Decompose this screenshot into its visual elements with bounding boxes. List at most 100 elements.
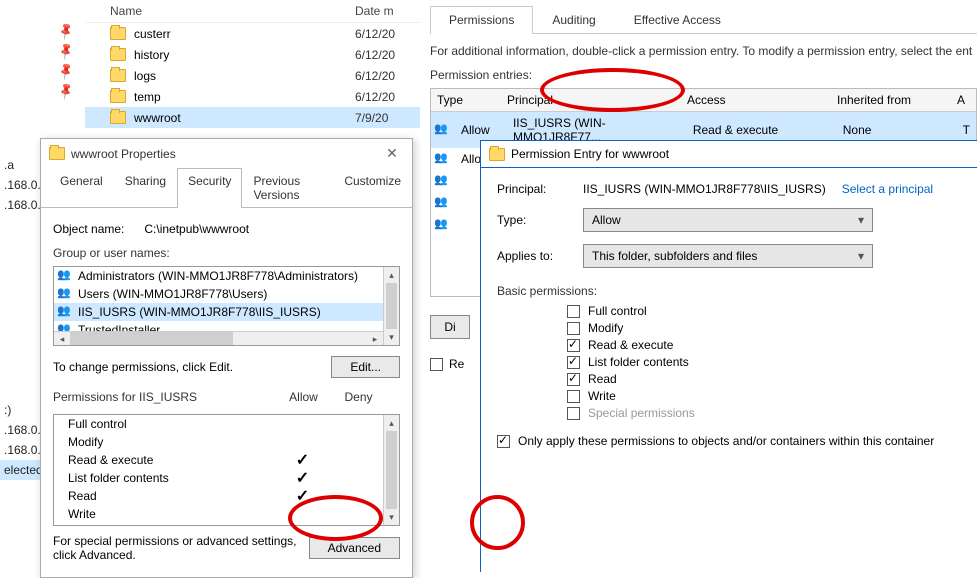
explorer-columns[interactable]: Name Date m (85, 0, 435, 23)
scroll-up-icon[interactable]: ▴ (384, 415, 399, 431)
scroll-down-icon[interactable]: ▾ (384, 509, 399, 525)
cell-inherited: None (837, 119, 957, 141)
basic-permission-item[interactable]: Modify (567, 321, 961, 335)
scroll-thumb[interactable] (386, 283, 397, 329)
basic-permission-item[interactable]: List folder contents (567, 355, 961, 369)
explorer-file-list: Name Date m custerr 6/12/20 history 6/12… (85, 0, 435, 140)
col-principal[interactable]: Principal (501, 89, 681, 111)
basic-permission-label: Modify (588, 321, 623, 335)
checkbox[interactable] (567, 373, 580, 386)
scroll-thumb[interactable] (70, 332, 233, 345)
tab-previous-versions[interactable]: Previous Versions (242, 168, 333, 207)
scrollbar-vertical[interactable]: ▴ ▾ (383, 267, 399, 345)
tab-customize[interactable]: Customize (333, 168, 412, 207)
scrollbar-vertical[interactable]: ▴ ▾ (383, 415, 399, 525)
scroll-thumb[interactable] (386, 431, 397, 509)
permission-row[interactable]: List folder contents✓ (54, 469, 399, 487)
folder-row[interactable]: custerr 6/12/20 (85, 23, 435, 44)
folder-icon (110, 27, 126, 40)
cell (455, 214, 470, 236)
basic-permission-item[interactable]: Full control (567, 304, 961, 318)
cell-access: Read & execute (687, 119, 837, 141)
folder-date: 6/12/20 (355, 27, 425, 41)
scrollbar-horizontal[interactable]: ◂ ▸ (54, 331, 383, 345)
tab-general[interactable]: General (49, 168, 114, 207)
advsec-info: For additional information, double-click… (430, 44, 977, 58)
properties-tabs: General Sharing Security Previous Versio… (41, 168, 412, 208)
tree-item[interactable]: .168.0. (0, 175, 45, 195)
permission-row[interactable]: Write (54, 505, 399, 523)
col-inherited[interactable]: Inherited from (831, 89, 951, 111)
folder-icon (49, 147, 65, 160)
column-date[interactable]: Date m (355, 4, 425, 18)
permissions-table[interactable]: Full controlModifyRead & execute✓List fo… (53, 414, 400, 526)
list-item-selected[interactable]: IIS_IUSRS (WIN-MMO1JR8F778\IIS_IUSRS) (54, 303, 399, 321)
left-tree-cropped: .a .168.0. .168.0. (0, 155, 45, 215)
scroll-left-icon[interactable]: ◂ (54, 332, 70, 345)
folder-row[interactable]: temp 6/12/20 (85, 86, 435, 107)
disable-inheritance-button[interactable]: Di (430, 315, 470, 339)
advanced-note: For special permissions or advanced sett… (53, 534, 299, 562)
permission-row[interactable]: Modify (54, 433, 399, 451)
scroll-down-icon[interactable]: ▾ (384, 329, 399, 345)
scroll-right-icon[interactable]: ▸ (367, 332, 383, 345)
advanced-button[interactable]: Advanced (309, 537, 400, 559)
folder-date: 6/12/20 (355, 69, 425, 83)
replace-child-checkbox[interactable] (430, 358, 443, 371)
group-icon (435, 219, 449, 231)
users-listbox[interactable]: Administrators (WIN-MMO1JR8F778\Administ… (53, 266, 400, 346)
permission-entry-titlebar[interactable]: Permission Entry for wwwroot (481, 141, 977, 168)
column-name[interactable]: Name (110, 4, 355, 18)
permission-row[interactable]: Read✓ (54, 487, 399, 505)
folder-name: temp (134, 90, 355, 104)
close-icon[interactable]: ✕ (380, 145, 404, 162)
col-access[interactable]: Access (681, 89, 831, 111)
tab-sharing[interactable]: Sharing (114, 168, 177, 207)
pin-icon: 📌 (56, 43, 73, 60)
folder-row-selected[interactable]: wwwroot 7/9/20 (85, 107, 435, 128)
tab-auditing[interactable]: Auditing (533, 6, 614, 33)
basic-permission-item[interactable]: Read (567, 372, 961, 386)
col-applies[interactable]: A (951, 89, 976, 111)
allow-check: ✓ (275, 486, 330, 506)
folder-date: 6/12/20 (355, 48, 425, 62)
permission-row[interactable]: Read & execute✓ (54, 451, 399, 469)
replace-child-label: Re (449, 357, 464, 371)
properties-titlebar[interactable]: wwwroot Properties ✕ (41, 139, 412, 168)
permissions-for-label: Permissions for IIS_IUSRS (53, 390, 276, 404)
folder-date: 7/9/20 (355, 111, 425, 125)
applies-to-dropdown[interactable]: This folder, subfolders and files (583, 244, 873, 268)
table-header[interactable]: Type Principal Access Inherited from A (431, 89, 976, 112)
basic-permission-item[interactable]: Read & execute (567, 338, 961, 352)
type-dropdown[interactable]: Allow (583, 208, 873, 232)
permission-label: Read & execute (68, 453, 275, 467)
checkbox[interactable] (567, 305, 580, 318)
deny-header: Deny (331, 390, 386, 404)
folder-row[interactable]: logs 6/12/20 (85, 65, 435, 86)
list-item[interactable]: Administrators (WIN-MMO1JR8F778\Administ… (54, 267, 399, 285)
checkbox[interactable] (567, 390, 580, 403)
checkbox[interactable] (567, 339, 580, 352)
tab-permissions[interactable]: Permissions (430, 6, 533, 34)
basic-permission-item[interactable]: Write (567, 389, 961, 403)
group-icon (58, 288, 72, 300)
select-principal-link[interactable]: Select a principal (842, 182, 933, 196)
checkbox[interactable] (567, 322, 580, 335)
tab-security[interactable]: Security (177, 168, 242, 208)
edit-button[interactable]: Edit... (331, 356, 400, 378)
advsec-tabs: Permissions Auditing Effective Access (430, 6, 977, 34)
scroll-up-icon[interactable]: ▴ (384, 267, 399, 283)
change-permissions-note: To change permissions, click Edit. (53, 360, 233, 374)
permission-row[interactable]: Full control (54, 415, 399, 433)
col-type[interactable]: Type (431, 89, 501, 111)
basic-permission-label: Read & execute (588, 338, 673, 352)
tree-item[interactable]: .a (0, 155, 45, 175)
folder-row[interactable]: history 6/12/20 (85, 44, 435, 65)
list-item[interactable]: Users (WIN-MMO1JR8F778\Users) (54, 285, 399, 303)
tab-effective-access[interactable]: Effective Access (615, 6, 740, 33)
checkbox[interactable] (567, 356, 580, 369)
tree-item[interactable]: .168.0. (0, 195, 45, 215)
folder-icon (110, 48, 126, 61)
type-label: Type: (497, 213, 567, 227)
only-apply-checkbox[interactable] (497, 435, 510, 448)
